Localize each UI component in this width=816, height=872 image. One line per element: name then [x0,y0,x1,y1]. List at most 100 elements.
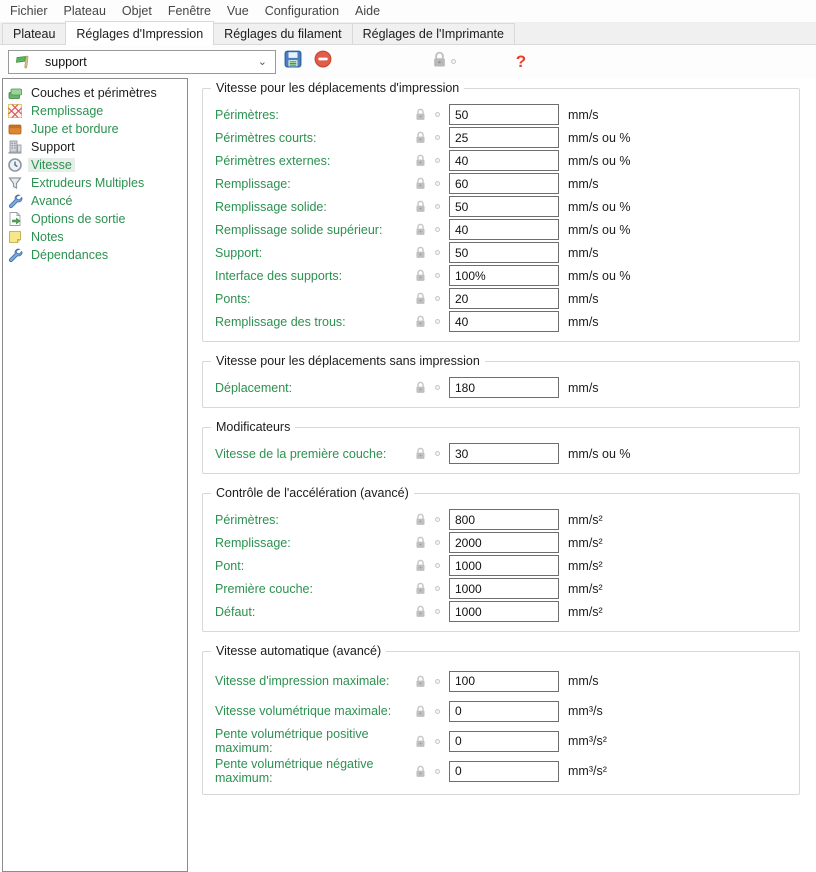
option-input[interactable] [449,532,559,553]
menu-item-objet[interactable]: Objet [114,2,160,20]
lock-icon[interactable] [415,513,435,526]
option-input[interactable] [449,670,559,692]
reset-dot-icon[interactable] [435,609,440,614]
sidebar-item-3[interactable]: Support [3,138,187,156]
lock-icon[interactable] [415,292,435,305]
lock-icon[interactable] [415,269,435,282]
extruders-icon [7,175,23,191]
menu-item-configuration[interactable]: Configuration [257,2,347,20]
option-input[interactable] [449,242,559,263]
sidebar-item-0[interactable]: Couches et périmètres [3,84,187,102]
lock-icon[interactable] [415,675,435,688]
lock-icon[interactable] [415,735,435,748]
sidebar-item-7[interactable]: Options de sortie [3,210,187,228]
option-input[interactable] [449,265,559,286]
option-input[interactable] [449,377,559,398]
reset-dot-icon[interactable] [435,586,440,591]
save-preset-button[interactable] [280,49,306,75]
tab-2[interactable]: Réglages du filament [213,23,353,44]
reset-dot-icon[interactable] [435,204,440,209]
reset-dot-icon[interactable] [435,135,440,140]
option-input[interactable] [449,730,559,752]
section-title: Vitesse pour les déplacements sans impre… [211,354,485,368]
reset-dot-icon[interactable] [435,181,440,186]
sidebar-item-4[interactable]: Vitesse [3,156,187,174]
reset-dot-icon[interactable] [435,738,440,744]
option-input[interactable] [449,219,559,240]
lock-icon[interactable] [415,154,435,167]
tab-bar: Plateau Réglages d'Impression Réglages du … [0,21,816,45]
option-input[interactable] [449,578,559,599]
sidebar-item-2[interactable]: Jupe et bordure [3,120,187,138]
lock-icon[interactable] [415,177,435,190]
sidebar-item-8[interactable]: Notes [3,228,187,246]
option-unit: mm/s ou % [568,268,631,283]
lock-icon[interactable] [415,200,435,213]
option-input[interactable] [449,150,559,171]
preset-selector[interactable]: support ⌄ [8,49,276,74]
option-input[interactable] [449,555,559,576]
reset-dot-icon[interactable] [435,385,440,390]
delete-preset-button[interactable] [310,49,336,75]
reset-dot-icon[interactable] [435,451,440,456]
option-input[interactable] [449,196,559,217]
reset-dot-icon[interactable] [435,517,440,522]
help-button[interactable]: ? [511,52,531,72]
option-input[interactable] [449,311,559,332]
reset-dot-icon[interactable] [435,112,440,117]
reset-dot-icon[interactable] [435,678,440,684]
reset-dot-icon[interactable] [435,158,440,163]
menu-item-fichier[interactable]: Fichier [2,2,56,20]
option-row: Périmètres courts: mm/s ou % [215,126,789,149]
menu-item-vue[interactable]: Vue [219,2,257,20]
reset-dot-icon[interactable] [435,563,440,568]
lock-icon[interactable] [415,605,435,618]
reset-dot-icon[interactable] [435,250,440,255]
tab-1[interactable]: Réglages d'Impression [65,21,215,45]
reset-dot-icon[interactable] [435,296,440,301]
lock-icon[interactable] [415,582,435,595]
option-input[interactable] [449,760,559,782]
reset-dot-icon[interactable] [435,708,440,714]
lock-icon[interactable] [415,131,435,144]
lock-icon[interactable] [415,447,435,460]
menu-item-fenêtre[interactable]: Fenêtre [160,2,219,20]
option-label: Remplissage: [215,535,291,550]
option-input[interactable] [449,127,559,148]
lock-icon[interactable] [415,223,435,236]
chevron-down-icon[interactable]: ⌄ [258,55,269,68]
option-input[interactable] [449,288,559,309]
option-input[interactable] [449,601,559,622]
reset-dot-icon[interactable] [435,227,440,232]
reset-dot-icon[interactable] [435,540,440,545]
tab-3[interactable]: Réglages de l'Imprimante [351,23,515,44]
lock-icon[interactable] [415,315,435,328]
lock-icon[interactable] [415,536,435,549]
lock-icon[interactable] [415,705,435,718]
lock-icon[interactable] [415,765,435,778]
toolbar-lock-button[interactable] [432,51,465,73]
sidebar-item-label: Notes [31,230,64,244]
lock-icon[interactable] [415,108,435,121]
lock-icon[interactable] [415,381,435,394]
section-title: Vitesse automatique (avancé) [211,644,387,658]
reset-dot-icon[interactable] [435,273,440,278]
menu-item-plateau[interactable]: Plateau [56,2,114,20]
option-input[interactable] [449,509,559,530]
lock-icon[interactable] [415,559,435,572]
reset-dot-icon[interactable] [435,319,440,324]
option-input[interactable] [449,443,559,464]
option-input[interactable] [449,173,559,194]
sidebar-item-5[interactable]: Extrudeurs Multiples [3,174,187,192]
reset-dot-icon[interactable] [435,768,440,774]
sidebar-item-6[interactable]: Avancé [3,192,187,210]
lock-icon[interactable] [415,246,435,259]
sidebar-item-9[interactable]: Dépendances [3,246,187,264]
option-input[interactable] [449,700,559,722]
menu-item-aide[interactable]: Aide [347,2,388,20]
tab-0[interactable]: Plateau [2,23,67,44]
option-row: Pente volumétrique positive maximum: mm³/… [215,726,789,756]
sidebar-item-1[interactable]: Remplissage [3,102,187,120]
option-input[interactable] [449,104,559,125]
section-3: Contrôle de l'accélération (avancé) Périm… [202,486,800,632]
